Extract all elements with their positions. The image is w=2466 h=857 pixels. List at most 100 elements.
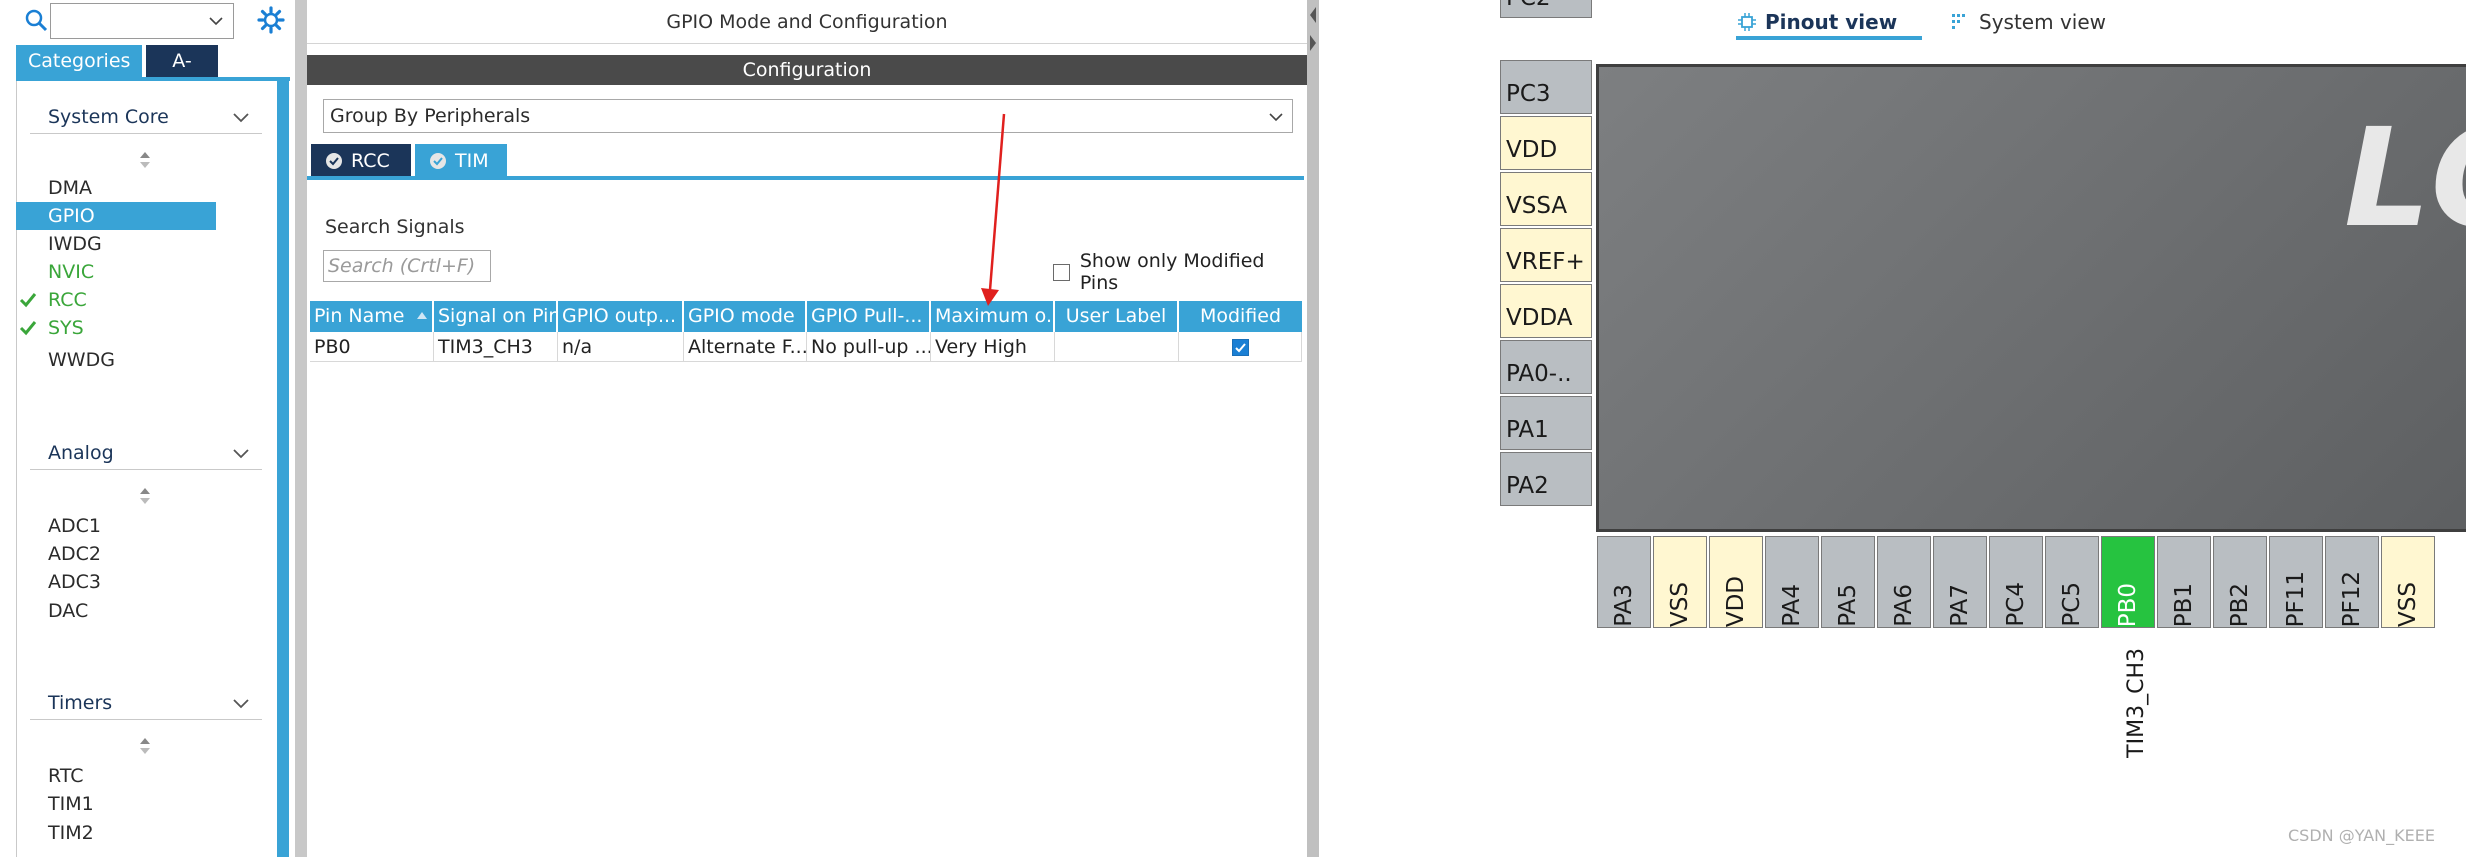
pin-pf12[interactable]: PF12	[2325, 536, 2379, 628]
tab-tim[interactable]: TIM	[415, 144, 507, 178]
sort-icon[interactable]	[138, 736, 152, 756]
sidebar-item-rcc[interactable]: RCC	[19, 286, 248, 314]
column-header[interactable]: Pin Name	[310, 301, 434, 332]
chevron-down-icon[interactable]	[207, 12, 225, 30]
pin-label: PA3	[1611, 584, 1637, 627]
sidebar-item-label: RCC	[48, 289, 87, 311]
pin-vssa[interactable]: VSSA	[1500, 172, 1592, 226]
sidebar-item-rtc[interactable]: RTC	[48, 762, 248, 790]
pin-pa0-[interactable]: PA0-..	[1500, 340, 1592, 394]
pin-pc4[interactable]: PC4	[1989, 536, 2043, 628]
chevron-down-icon[interactable]	[1266, 107, 1286, 127]
pin-label: VDD	[1506, 137, 1558, 163]
tab-label: TIM	[455, 150, 489, 172]
sidebar-item-label: SYS	[48, 317, 84, 339]
column-header[interactable]: Modified	[1179, 301, 1302, 332]
table-cell: PB0	[310, 332, 434, 362]
show-modified-checkbox[interactable]	[1053, 263, 1070, 281]
check-icon	[19, 321, 37, 336]
search-signals-label: Search Signals	[325, 216, 465, 238]
pin-pb2[interactable]: PB2	[2213, 536, 2267, 628]
sidebar-scrollbar[interactable]	[277, 81, 289, 857]
pin-pf11[interactable]: PF11	[2269, 536, 2323, 628]
chevron-down-icon[interactable]	[230, 106, 252, 128]
sidebar-item-sys[interactable]: SYS	[19, 314, 248, 342]
tab-system-view[interactable]: System view	[1951, 6, 2106, 38]
column-header[interactable]: GPIO mode	[684, 301, 807, 332]
pin-vdd[interactable]: VDD	[1500, 116, 1592, 170]
pin-vdda[interactable]: VDDA	[1500, 284, 1592, 338]
pin-label: VSSA	[1506, 193, 1568, 219]
pin-label: PF11	[2283, 570, 2309, 627]
pin-pc5[interactable]: PC5	[2045, 536, 2099, 628]
pin-vss[interactable]: VSS	[1653, 536, 1707, 628]
pin-pa1[interactable]: PA1	[1500, 396, 1592, 450]
expand-right-icon[interactable]	[1309, 34, 1317, 52]
sidebar-item-tim1[interactable]: TIM1	[48, 790, 248, 818]
sidebar-item-dma[interactable]: DMA	[48, 174, 248, 202]
sidebar-splitter[interactable]	[295, 0, 307, 857]
group-by-value: Group By Peripherals	[330, 105, 531, 127]
sidebar-item-dac[interactable]: DAC	[48, 597, 248, 625]
gear-icon[interactable]	[256, 5, 286, 35]
search-signals-input[interactable]: Search (Crtl+F)	[323, 250, 491, 282]
table-cell[interactable]	[1055, 332, 1179, 362]
show-modified-label: Show only Modified Pins	[1079, 250, 1265, 294]
sidebar-item-adc2[interactable]: ADC2	[48, 540, 248, 568]
pane-splitter[interactable]	[1307, 0, 1319, 857]
pin-vref-[interactable]: VREF+	[1500, 228, 1592, 282]
column-header[interactable]: GPIO outp...	[558, 301, 684, 332]
table-cell: No pull-up ...	[807, 332, 931, 362]
pin-pa7[interactable]: PA7	[1933, 536, 1987, 628]
sidebar-item-wwdg[interactable]: WWDG	[48, 346, 248, 374]
pin-pa6[interactable]: PA6	[1877, 536, 1931, 628]
sidebar-item-adc3[interactable]: ADC3	[48, 568, 248, 596]
column-header[interactable]: Maximum o...	[931, 301, 1055, 332]
sort-icon[interactable]	[138, 486, 152, 506]
sidebar-item-gpio[interactable]: GPIO	[16, 202, 216, 230]
pin-pc2[interactable]: PC2	[1500, 0, 1592, 18]
tab-categories[interactable]: Categories	[16, 45, 142, 77]
sidebar-item-adc1[interactable]: ADC1	[48, 512, 248, 540]
pin-label: PB2	[2227, 582, 2253, 627]
group-header[interactable]: Analog	[30, 436, 262, 470]
column-header[interactable]: User Label	[1055, 301, 1179, 332]
sort-icon[interactable]	[138, 150, 152, 170]
pin-pa3[interactable]: PA3	[1597, 536, 1651, 628]
modified-checkbox[interactable]	[1231, 338, 1249, 356]
group-by-select[interactable]: Group By Peripherals	[323, 99, 1293, 133]
column-header[interactable]: Signal on Pin	[434, 301, 558, 332]
group-header[interactable]: Timers	[30, 686, 262, 720]
pin-pa4[interactable]: PA4	[1765, 536, 1819, 628]
collapse-left-icon[interactable]	[1309, 6, 1317, 24]
table-cell: Alternate F...	[684, 332, 807, 362]
sidebar-item-tim2[interactable]: TIM2	[48, 819, 248, 847]
tab-pinout-view[interactable]: Pinout view	[1737, 6, 1897, 38]
search-icon[interactable]	[24, 8, 48, 32]
pin-pb0[interactable]: PB0	[2101, 536, 2155, 628]
chevron-down-icon[interactable]	[230, 692, 252, 714]
table-header: Pin Name Signal on Pin GPIO outp... GPIO…	[310, 301, 1302, 332]
tab-a-z[interactable]: A->Z	[146, 45, 218, 104]
pin-vdd[interactable]: VDD	[1709, 536, 1763, 628]
group-header[interactable]: System Core	[30, 100, 262, 134]
configuration-header: Configuration	[307, 55, 1307, 85]
tab-rcc[interactable]: RCC	[311, 144, 411, 178]
table-cell: Very High	[931, 332, 1055, 362]
pin-pa2[interactable]: PA2	[1500, 452, 1592, 506]
table-row[interactable]: PB0 TIM3_CH3 n/a Alternate F... No pull-…	[310, 332, 1302, 362]
chevron-down-icon[interactable]	[230, 442, 252, 464]
pin-pc3[interactable]: PC3	[1500, 60, 1592, 114]
sidebar-item-nvic[interactable]: NVIC	[48, 258, 248, 286]
pin-label: PA5	[1835, 584, 1861, 627]
pin-label: VSS	[2395, 582, 2421, 627]
sidebar-item-iwdg[interactable]: IWDG	[48, 230, 248, 258]
pane-title: GPIO Mode and Configuration	[307, 0, 1307, 44]
pin-pa5[interactable]: PA5	[1821, 536, 1875, 628]
column-header[interactable]: GPIO Pull-...	[807, 301, 931, 332]
show-modified-toggle[interactable]: Show only Modified Pins	[1053, 250, 1307, 294]
stm32cubemx-window: Categories A->Z System Core DMA GPIO IWD…	[0, 0, 2466, 857]
pin-pb1[interactable]: PB1	[2157, 536, 2211, 628]
pin-vss[interactable]: VSS	[2381, 536, 2435, 628]
sidebar-search-combo[interactable]	[50, 3, 234, 39]
